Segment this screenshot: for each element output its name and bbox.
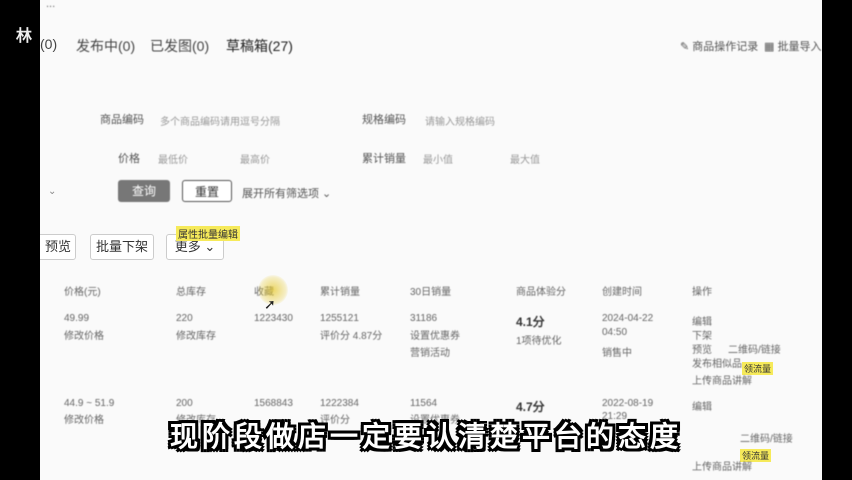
video-subtitle: 现阶段做店一定要认清楚平台的态度 bbox=[169, 420, 682, 453]
row1-op-preview[interactable]: 预览 bbox=[692, 341, 712, 356]
spec-code-input[interactable]: 请输入规格编码 bbox=[425, 113, 495, 128]
expand-filters-label: 展开所有筛选项 bbox=[242, 188, 319, 200]
row1-edit-stock[interactable]: 修改库存 bbox=[176, 327, 216, 342]
row2-op-upload[interactable]: 上传商品讲解 bbox=[692, 458, 752, 473]
expand-filters-link[interactable]: 展开所有筛选项 ⌄ bbox=[242, 185, 331, 201]
row2-sales30: 11564 bbox=[410, 398, 438, 409]
grid-icon: ▦ bbox=[764, 41, 778, 53]
row1-op-upload[interactable]: 上传商品讲解 bbox=[692, 372, 752, 387]
header-sales[interactable]: 累计销量 bbox=[320, 283, 360, 298]
row1-score: 4.1分 bbox=[516, 315, 545, 329]
query-button[interactable]: 查询 bbox=[118, 180, 170, 202]
row1-stock: 220 bbox=[176, 313, 193, 324]
spec-code-label: 规格编码 bbox=[362, 114, 406, 126]
chevron-down-icon[interactable]: ⌄ bbox=[48, 186, 56, 197]
cursor-icon: ➚ bbox=[264, 296, 276, 312]
sales-min-input[interactable]: 最小值 bbox=[423, 151, 453, 166]
row2-created-date: 2022-08-19 bbox=[602, 398, 654, 409]
row1-status: 销售中 bbox=[602, 348, 632, 359]
operation-log-label: 商品操作记录 bbox=[692, 41, 759, 53]
tab-drafts[interactable]: 草稿箱(27) bbox=[226, 36, 293, 56]
header-created[interactable]: 创建时间 bbox=[602, 283, 642, 298]
header-price[interactable]: 价格(元) bbox=[64, 283, 101, 298]
row1-op-similar[interactable]: 发布相似品 bbox=[692, 355, 742, 370]
row1-created-time: 04:50 bbox=[602, 327, 628, 338]
header-sales30[interactable]: 30日销量 bbox=[410, 283, 451, 298]
price-max-input[interactable]: 最高价 bbox=[240, 151, 270, 166]
more-label: 更多 bbox=[174, 239, 201, 254]
tab-published[interactable]: 已发图(0) bbox=[150, 36, 209, 56]
header-stock[interactable]: 总库存 bbox=[176, 283, 206, 298]
row1-op-delist[interactable]: 下架 bbox=[692, 327, 712, 342]
attr-batch-edit-tag[interactable]: 属性批量编辑 bbox=[176, 226, 240, 241]
row1-edit-price[interactable]: 修改价格 bbox=[64, 327, 104, 342]
row2-price: 44.9 ~ 51.9 bbox=[64, 398, 115, 409]
batch-import-link[interactable]: ▦ 批量导入 bbox=[764, 38, 821, 54]
batch-off-button[interactable]: 批量下架 bbox=[90, 234, 154, 260]
row2-score: 4.7分 bbox=[516, 400, 545, 414]
row1-coupon[interactable]: 设置优惠券 bbox=[410, 327, 460, 342]
row1-score-sub[interactable]: 1项待优化 bbox=[516, 332, 562, 347]
row1-sales30: 31186 bbox=[410, 313, 438, 324]
reset-button[interactable]: 重置 bbox=[182, 180, 232, 202]
tab-publishing[interactable]: 发布中(0) bbox=[76, 36, 135, 56]
chevron-down-icon: ⌄ bbox=[200, 239, 216, 254]
operation-log-link[interactable]: ✎ 商品操作记录 bbox=[680, 38, 758, 54]
edit-icon: ✎ bbox=[680, 41, 693, 53]
row2-stock: 200 bbox=[176, 398, 193, 409]
chevron-down-icon: ⌄ bbox=[319, 188, 332, 200]
header-score[interactable]: 商品体验分 bbox=[516, 283, 566, 298]
price-label: 价格 bbox=[118, 153, 140, 165]
row2-sales: 1222384 bbox=[320, 398, 359, 409]
price-min-input[interactable]: 最低价 bbox=[158, 151, 188, 166]
row2-favorites: 1568843 bbox=[254, 398, 293, 409]
top-note: ... bbox=[46, 0, 56, 10]
row1-created-date: 2024-04-22 bbox=[602, 313, 654, 324]
product-code-label: 商品编码 bbox=[100, 114, 144, 126]
row1-sales: 1255121 bbox=[320, 313, 359, 324]
row1-op-edit[interactable]: 编辑 bbox=[692, 313, 712, 328]
batch-import-label: 批量导入 bbox=[777, 41, 822, 53]
product-code-input[interactable]: 多个商品编码请用逗号分隔 bbox=[160, 113, 280, 128]
row1-sales-sub: 评价分 4.87分 bbox=[320, 331, 383, 342]
tab-partial[interactable]: (0) bbox=[40, 36, 57, 52]
row1-marketing[interactable]: 营销活动 bbox=[410, 344, 450, 359]
preview-button[interactable]: 预览 bbox=[40, 234, 76, 260]
row1-op-qrcode[interactable]: 二维码/链接 bbox=[728, 341, 781, 356]
row2-op-edit[interactable]: 编辑 bbox=[692, 398, 712, 413]
row1-favorites: 1223430 bbox=[254, 313, 293, 324]
browser-panel: ... (0) 发布中(0) 已发图(0) 草稿箱(27) ✎ 商品操作记录 ▦… bbox=[40, 0, 822, 480]
sales-max-input[interactable]: 最大值 bbox=[510, 151, 540, 166]
header-ops: 操作 bbox=[692, 287, 712, 298]
row1-price: 49.99 bbox=[64, 313, 90, 324]
watermark-text: 林 bbox=[16, 28, 33, 45]
sales-label: 累计销量 bbox=[362, 153, 406, 165]
